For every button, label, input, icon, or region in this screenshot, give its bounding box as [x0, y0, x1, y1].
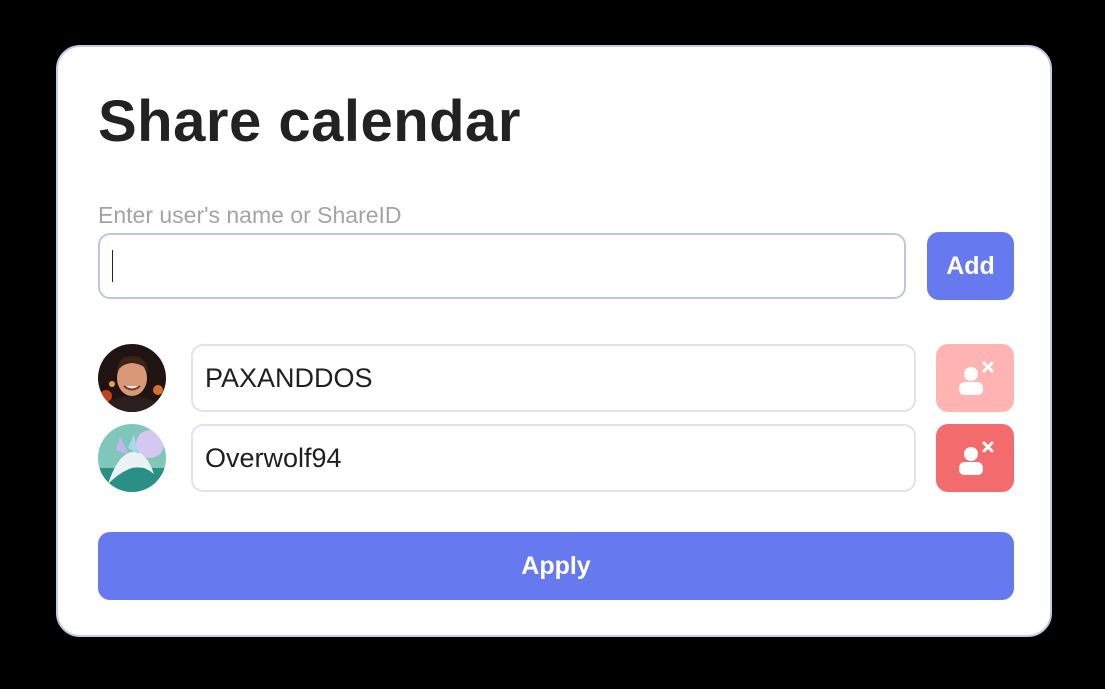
remove-user-button[interactable] [936, 344, 1014, 412]
remove-user-button[interactable] [936, 424, 1014, 492]
shared-user-row: Overwolf94 [98, 424, 1014, 492]
remove-user-icon [959, 361, 994, 395]
user-search-input[interactable] [98, 233, 906, 299]
user-name-field: Overwolf94 [191, 424, 916, 492]
user-avatar-illustration [98, 424, 166, 492]
dialog-title: Share calendar [98, 89, 521, 154]
shared-user-row: PAXANDDOS [98, 344, 1014, 412]
remove-user-icon [959, 441, 994, 475]
text-caret [112, 250, 113, 282]
user-input-label: Enter user's name or ShareID [98, 202, 402, 228]
user-avatar-photo [98, 344, 166, 412]
add-button[interactable]: Add [927, 232, 1014, 300]
apply-button[interactable]: Apply [98, 532, 1014, 600]
user-name-field: PAXANDDOS [191, 344, 916, 412]
share-calendar-dialog: Share calendar Enter user's name or Shar… [56, 45, 1052, 637]
